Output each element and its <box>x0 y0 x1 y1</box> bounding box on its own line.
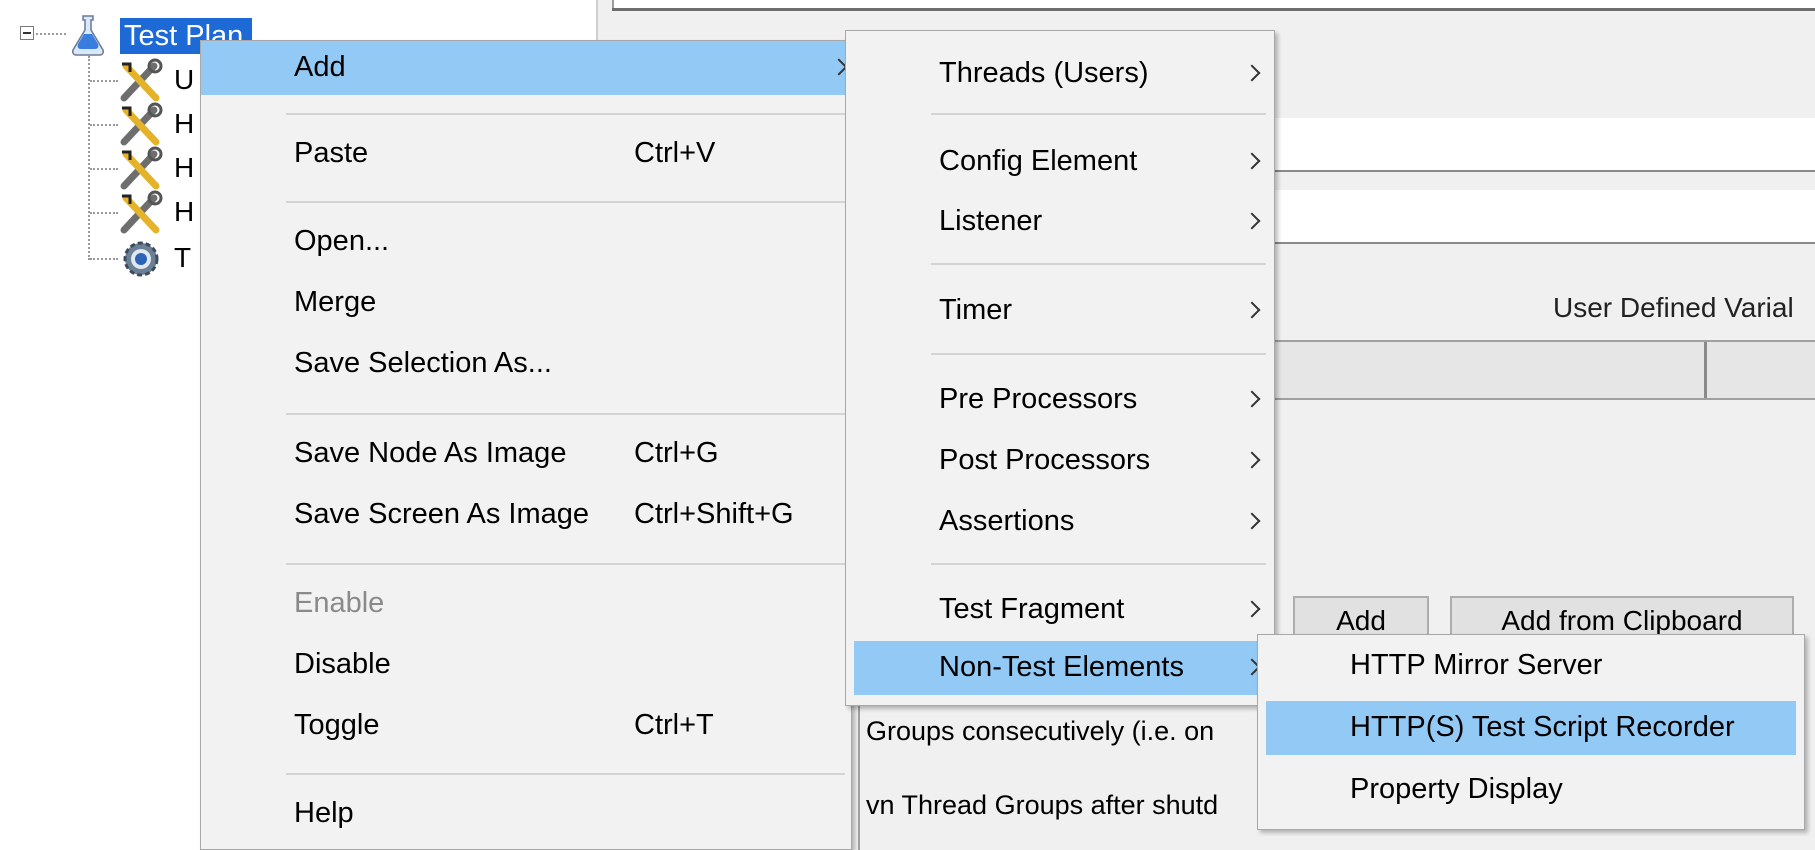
menu-item-label: Disable <box>294 648 391 680</box>
chevron-right-icon <box>1243 390 1261 408</box>
menu-item-label: Post Processors <box>939 444 1151 476</box>
menu-item-save-selection-as[interactable]: Save Selection As... <box>201 337 851 391</box>
menu-item-save-screen-as-image[interactable]: Save Screen As Image Ctrl+Shift+G <box>201 488 851 542</box>
menu-item-http-test-script-recorder[interactable]: HTTP(S) Test Script Recorder <box>1266 701 1796 755</box>
jmeter-window: Test Plan U H H H T User Defined Varial … <box>0 0 1815 850</box>
menu-separator <box>286 563 845 565</box>
menu-item-label: Config Element <box>939 145 1138 177</box>
tree-connector <box>90 168 118 170</box>
menu-item-paste[interactable]: Paste Ctrl+V <box>201 127 851 181</box>
tree-node-label: H <box>174 152 195 183</box>
comments-field[interactable] <box>1270 190 1815 244</box>
chevron-right-icon <box>1243 600 1261 618</box>
menu-item-toggle[interactable]: Toggle Ctrl+T <box>201 699 851 753</box>
menu-separator <box>931 263 1266 265</box>
shortcut-label: Ctrl+V <box>634 137 716 169</box>
variables-table-header <box>1270 340 1815 400</box>
menu-item-disable[interactable]: Disable <box>201 638 851 692</box>
non-test-elements-submenu: HTTP Mirror Server HTTP(S) Test Script R… <box>1257 634 1805 830</box>
column-divider[interactable] <box>1704 342 1707 398</box>
menu-item-property-display[interactable]: Property Display <box>1258 763 1804 817</box>
shortcut-label: Ctrl+Shift+G <box>634 498 794 530</box>
menu-item-label: HTTP(S) Test Script Recorder <box>1350 711 1735 743</box>
menu-item-post-processors[interactable]: Post Processors <box>846 434 1274 488</box>
tree-connector <box>90 80 118 82</box>
menu-item-merge[interactable]: Merge <box>201 276 851 330</box>
menu-item-label: Save Selection As... <box>294 347 552 379</box>
menu-separator <box>286 113 845 115</box>
menu-item-test-fragment[interactable]: Test Fragment <box>846 583 1274 637</box>
menu-item-label: Merge <box>294 286 377 318</box>
add-submenu: Threads (Users) Config Element Listener … <box>845 30 1275 706</box>
menu-item-label: Open... <box>294 225 390 257</box>
menu-item-label: Save Node As Image <box>294 437 567 469</box>
run-consecutively-label: Groups consecutively (i.e. on <box>866 716 1215 746</box>
menu-item-pre-processors[interactable]: Pre Processors <box>846 373 1274 427</box>
name-field[interactable] <box>1270 118 1815 172</box>
menu-item-enable: Enable <box>201 577 851 631</box>
menu-item-label: Pre Processors <box>939 383 1138 415</box>
tree-node-label: U <box>174 64 195 95</box>
tools-icon <box>120 190 163 234</box>
tree-connector <box>36 33 66 35</box>
tools-icon <box>120 102 163 146</box>
editor-divider <box>858 700 860 850</box>
menu-separator <box>931 353 1266 355</box>
menu-item-assertions[interactable]: Assertions <box>846 495 1274 549</box>
menu-item-config-element[interactable]: Config Element <box>846 135 1274 189</box>
collapse-toggle[interactable] <box>20 26 34 40</box>
menu-item-label: Threads (Users) <box>939 57 1149 89</box>
chevron-right-icon <box>1243 301 1261 319</box>
gear-icon <box>123 241 159 277</box>
menu-item-save-node-as-image[interactable]: Save Node As Image Ctrl+G <box>201 427 851 481</box>
menu-separator <box>286 773 845 775</box>
menu-item-open[interactable]: Open... <box>201 215 851 269</box>
tree-connector <box>88 56 90 260</box>
menu-item-help[interactable]: Help <box>201 787 851 841</box>
chevron-right-icon <box>1243 212 1261 230</box>
tree-context-menu: Add Paste Ctrl+V Open... Merge Save Sele… <box>200 40 852 850</box>
menu-separator <box>286 413 845 415</box>
menu-item-label: Assertions <box>939 505 1075 537</box>
shortcut-label: Ctrl+G <box>634 437 719 469</box>
menu-separator <box>931 113 1266 115</box>
menu-item-label: Timer <box>939 294 1013 326</box>
tree-connector <box>90 258 118 260</box>
menu-item-label: HTTP Mirror Server <box>1350 649 1603 681</box>
menu-item-add[interactable]: Add <box>201 41 851 95</box>
menu-item-label: Paste <box>294 137 369 169</box>
shortcut-label: Ctrl+T <box>634 709 714 741</box>
tree-connector <box>90 124 118 126</box>
menu-item-label: Toggle <box>294 709 380 741</box>
menu-item-label: Test Fragment <box>939 593 1125 625</box>
menu-item-non-test-elements[interactable]: Non-Test Elements <box>854 641 1266 695</box>
menu-item-listener[interactable]: Listener <box>846 195 1274 249</box>
chevron-right-icon <box>1243 152 1261 170</box>
menu-item-label: Add <box>294 51 346 83</box>
tree-node-label: H <box>174 196 195 227</box>
menu-item-label: Non-Test Elements <box>939 651 1184 683</box>
menu-item-label: Save Screen As Image <box>294 498 589 530</box>
chevron-right-icon <box>1243 64 1261 82</box>
flask-icon <box>72 15 104 56</box>
menu-separator <box>931 563 1266 565</box>
menu-item-timer[interactable]: Timer <box>846 284 1274 338</box>
tools-icon <box>120 58 163 102</box>
chevron-right-icon <box>1243 451 1261 469</box>
tree-connector <box>90 212 118 214</box>
menu-separator <box>286 201 845 203</box>
menu-item-label: Enable <box>294 587 385 619</box>
tools-icon <box>120 146 163 190</box>
run-teardown-label: vn Thread Groups after shutd <box>866 790 1219 820</box>
menu-item-threads-users[interactable]: Threads (Users) <box>846 47 1274 101</box>
chevron-right-icon <box>1243 512 1261 530</box>
menu-item-label: Help <box>294 797 354 829</box>
menu-item-label: Listener <box>939 205 1043 237</box>
menu-item-label: Property Display <box>1350 773 1563 805</box>
tree-node-label: H <box>174 108 195 139</box>
user-defined-variables-title: User Defined Varial <box>1553 292 1794 323</box>
menu-item-http-mirror-server[interactable]: HTTP Mirror Server <box>1258 639 1804 693</box>
tree-node-label: T <box>174 242 192 273</box>
